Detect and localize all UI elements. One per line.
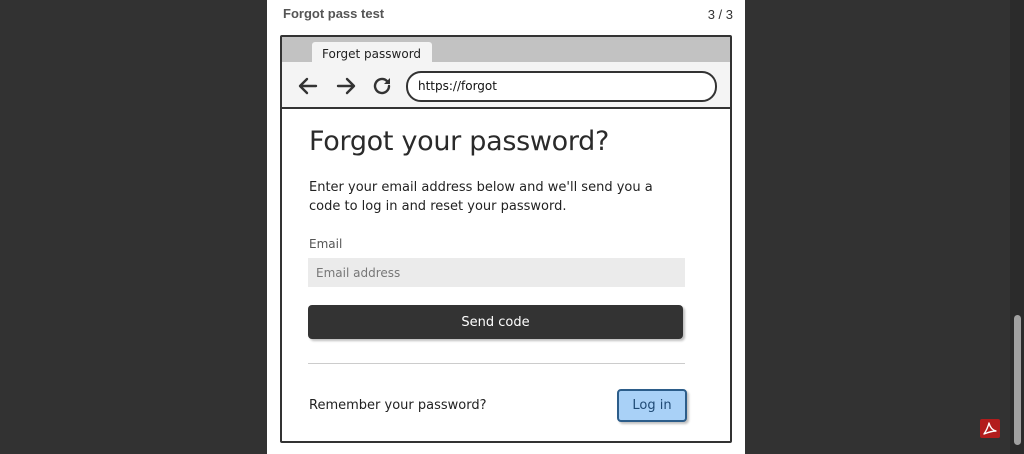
divider bbox=[308, 363, 685, 364]
page-heading: Forgot your password? bbox=[309, 126, 610, 157]
scrollbar[interactable] bbox=[1010, 0, 1024, 454]
remember-password-text: Remember your password? bbox=[309, 398, 487, 413]
page-title: Forgot pass test bbox=[283, 6, 385, 21]
login-button[interactable]: Log in bbox=[617, 389, 687, 422]
reload-icon[interactable] bbox=[370, 74, 394, 98]
email-label: Email bbox=[309, 237, 343, 251]
browser-toolbar: https://forgot bbox=[282, 62, 730, 109]
pdf-icon[interactable] bbox=[980, 419, 1000, 438]
arrow-left-icon[interactable] bbox=[296, 74, 320, 98]
email-field[interactable] bbox=[308, 258, 685, 287]
arrow-right-icon[interactable] bbox=[334, 74, 358, 98]
pdf-page: Forgot pass test 3 / 3 Forget password h… bbox=[267, 0, 745, 454]
page-counter: 3 / 3 bbox=[707, 7, 733, 22]
url-bar[interactable]: https://forgot bbox=[406, 71, 717, 102]
scrollbar-thumb[interactable] bbox=[1014, 315, 1021, 445]
description-text: Enter your email address below and we'll… bbox=[309, 180, 653, 214]
browser-mockup: Forget password https://forgot Forgot yo… bbox=[280, 35, 732, 443]
send-code-button[interactable]: Send code bbox=[308, 305, 683, 339]
browser-tab-bar: Forget password bbox=[282, 37, 730, 66]
